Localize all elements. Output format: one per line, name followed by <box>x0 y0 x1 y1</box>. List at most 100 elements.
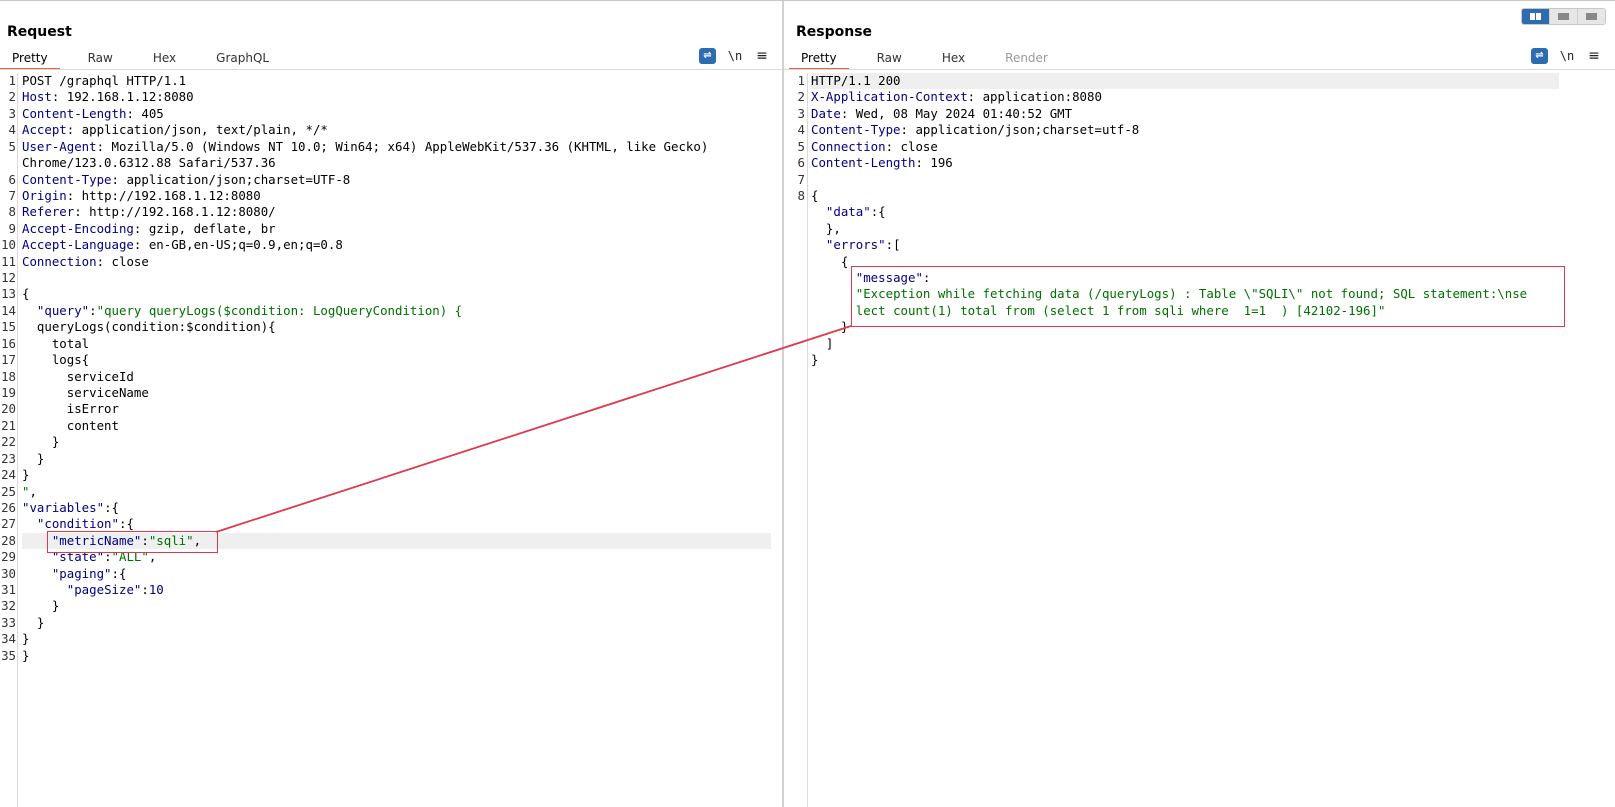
code-token: Date <box>811 105 841 121</box>
response-tab-pretty[interactable]: Pretty <box>789 47 849 70</box>
code-line: "pageSize":10 <box>22 582 164 598</box>
response-tab-hex[interactable]: Hex <box>930 47 977 69</box>
code-token: { <box>811 253 849 269</box>
response-highlight-box <box>851 266 1565 327</box>
code-line: ", <box>22 484 37 500</box>
code-token: "query" <box>36 302 90 318</box>
code-token: }, <box>811 220 841 236</box>
request-tab-hex[interactable]: Hex <box>141 47 188 69</box>
code-token: Connection <box>811 138 886 154</box>
code-token: "data" <box>825 204 871 220</box>
code-token: Accept <box>22 122 67 138</box>
line-number: 31 <box>1 582 16 598</box>
request-pane: Request Pretty Raw Hex GraphQL ⇌ \n ≡ 12345… <box>0 1 783 807</box>
code-line: "variables":{ <box>22 500 119 516</box>
code-line: Host: 192.168.1.12:8080 <box>22 89 194 105</box>
line-number: 4 <box>8 122 16 138</box>
request-highlight-box <box>47 531 218 553</box>
wrap-lines-icon[interactable]: ⇌ <box>699 48 716 64</box>
line-number: 26 <box>1 499 16 515</box>
code-line: } <box>22 615 44 631</box>
request-tab-graphql[interactable]: GraphQL <box>204 47 281 69</box>
code-line: User-Agent: Mozilla/5.0 (Windows NT 10.0… <box>22 139 708 155</box>
code-line: "data":{ <box>811 204 886 220</box>
code-line: isError <box>22 401 119 417</box>
code-line: } <box>22 451 44 467</box>
tab-underline <box>0 69 783 70</box>
line-number: 17 <box>1 352 16 368</box>
response-pane: Response Pretty Raw Hex Render ⇌ \n ≡ 12345… <box>784 1 1615 807</box>
layout-side-by-side-button[interactable] <box>1522 9 1549 24</box>
line-number: 1 <box>8 73 16 88</box>
code-line: } <box>22 648 29 664</box>
line-gutter: 1 2 3 4 5 6 7 8 9 10 11 12 13 14 15 16 17 18 19 20 21 22 23 24 2… <box>0 73 18 807</box>
code-token: Chrome/123.0.6312.88 Safari/537.36 <box>22 155 276 171</box>
code-token: } <box>811 319 849 335</box>
code-line: } <box>22 467 29 483</box>
response-tabs: Pretty Raw Hex Render <box>789 47 1076 70</box>
code-token: : application/json;charset=UTF-8 <box>111 171 351 187</box>
code-token: : application/json, text/plain, */* <box>66 122 328 138</box>
code-token: : 192.168.1.12:8080 <box>51 89 194 105</box>
code-token: isError <box>22 401 119 417</box>
code-line: queryLogs(condition:$condition){ <box>22 319 276 335</box>
request-tab-pretty[interactable]: Pretty <box>0 47 60 70</box>
line-number: 4 <box>797 122 805 138</box>
layout-single-button[interactable] <box>1577 9 1605 24</box>
code-token: { <box>811 187 819 203</box>
code-line: Referer: http://192.168.1.12:8080/ <box>22 204 276 220</box>
code-line: Content-Length: 405 <box>22 106 164 122</box>
code-line: Accept: application/json, text/plain, */… <box>22 122 328 138</box>
code-token: Referer <box>22 204 75 220</box>
newline-toggle[interactable]: \n <box>1558 49 1576 63</box>
newline-toggle[interactable]: \n <box>726 49 744 63</box>
code-token: X-Application-Context <box>811 89 968 105</box>
code-token: "errors" <box>825 237 886 253</box>
code-line: } <box>811 319 848 335</box>
code-token: User-Agent <box>22 138 97 154</box>
code-token: Accept-Language <box>22 237 134 253</box>
code-token: } <box>22 631 30 647</box>
wrap-lines-icon[interactable]: ⇌ <box>1531 48 1548 64</box>
code-line: { <box>811 254 848 270</box>
line-number: 10 <box>1 237 16 253</box>
code-token: Content-Length <box>22 105 127 121</box>
code-token: } <box>22 450 45 466</box>
request-title: Request <box>7 24 72 40</box>
code-line: logs{ <box>22 352 89 368</box>
code-token: : <box>89 302 97 318</box>
request-tab-raw[interactable]: Raw <box>76 47 125 69</box>
code-token: :[ <box>885 237 901 253</box>
request-editor[interactable]: 1 2 3 4 5 6 7 8 9 10 11 12 13 14 15 16 17 18 19 20 21 22 23 24 2… <box>0 73 783 807</box>
code-token: POST /graphql HTTP/1.1 <box>22 73 187 88</box>
line-number: 6 <box>8 171 16 187</box>
response-tab-render[interactable]: Render <box>993 47 1060 69</box>
layout-horizontal-button[interactable] <box>1549 9 1577 24</box>
response-editor[interactable]: 12345678 HTTP/1.1 200 X-Application-Conte… <box>784 73 1615 807</box>
code-token: : http://192.168.1.12:8080 <box>66 187 261 203</box>
code-line: Content-Type: application/json;charset=u… <box>811 122 1139 138</box>
hamburger-menu-icon[interactable]: ≡ <box>754 48 770 64</box>
code-line: Accept-Language: en-GB,en-US;q=0.9,en;q=… <box>22 237 343 253</box>
code-token: Content-Type <box>811 122 901 138</box>
code-token: { <box>22 286 30 302</box>
line-gutter: 12345678 <box>784 73 808 807</box>
line-number: 19 <box>1 384 16 400</box>
line-number: 3 <box>8 105 16 121</box>
line-number: 1 <box>797 73 805 88</box>
code-token: Origin <box>22 187 67 203</box>
line-number: 6 <box>797 155 805 171</box>
code-token: logs{ <box>22 352 90 368</box>
code-token: : <box>141 582 149 598</box>
code-line: } <box>22 434 59 450</box>
response-tab-raw[interactable]: Raw <box>865 47 914 69</box>
code-token: ] <box>811 335 834 351</box>
code-token: , <box>29 483 37 499</box>
hamburger-menu-icon[interactable]: ≡ <box>1586 48 1602 64</box>
code-token: :{ <box>111 565 127 581</box>
line-number: 15 <box>1 319 16 335</box>
code-line: POST /graphql HTTP/1.1 <box>22 73 186 89</box>
